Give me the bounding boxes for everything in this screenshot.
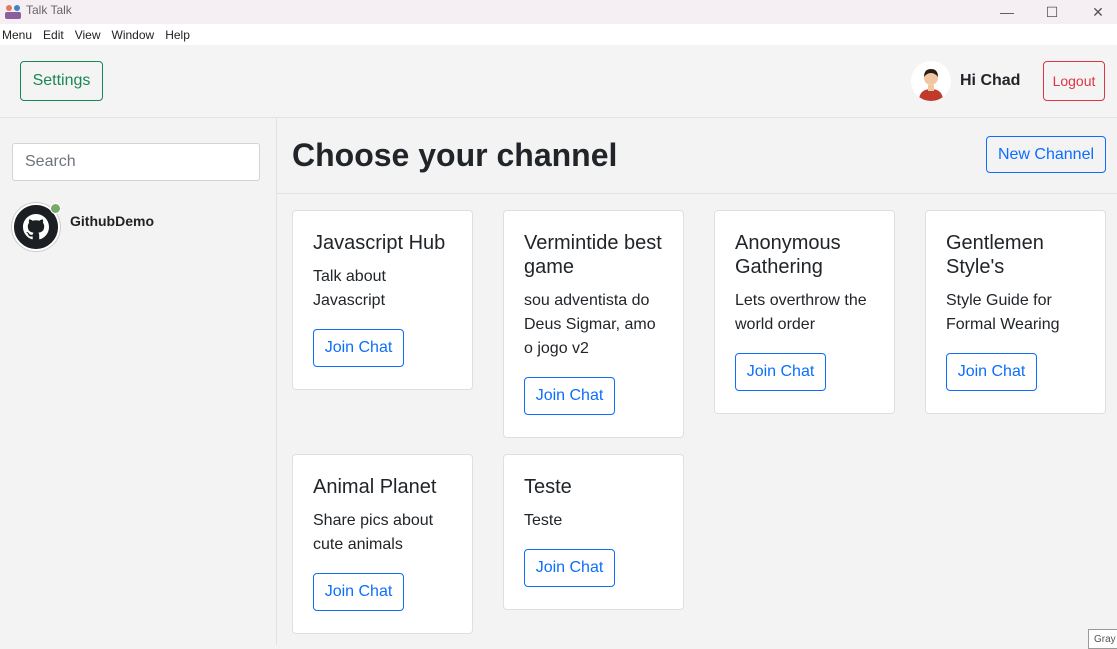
page-title: Choose your channel xyxy=(292,137,618,173)
channel-card: Gentlemen Style's Style Guide for Formal… xyxy=(925,210,1106,414)
sidebar: GithubDemo xyxy=(0,118,277,645)
menu-view[interactable]: View xyxy=(75,28,101,42)
channel-title: Anonymous Gathering xyxy=(735,232,841,278)
contact-item[interactable]: GithubDemo xyxy=(12,203,262,253)
channel-card: Javascript Hub Talk about Javascript Joi… xyxy=(292,210,473,390)
close-button[interactable]: ✕ xyxy=(1075,0,1117,24)
minimize-button[interactable]: — xyxy=(984,0,1030,24)
join-chat-button[interactable]: Join Chat xyxy=(313,573,404,611)
join-chat-button[interactable]: Join Chat xyxy=(313,329,404,367)
search-input[interactable] xyxy=(12,143,260,181)
menu-edit[interactable]: Edit xyxy=(43,28,64,42)
online-status-indicator xyxy=(50,203,61,214)
greeting-text: Hi Chad xyxy=(960,72,1021,89)
channel-description: Style Guide for Formal Wearing xyxy=(946,292,1060,333)
channel-description: Lets overthrow the world order xyxy=(735,292,867,333)
channel-description: Share pics about cute animals xyxy=(313,512,434,553)
corner-tooltip: Gray xyxy=(1088,629,1117,649)
app-header: Settings Hi Chad Logout xyxy=(0,45,1117,118)
channel-description: Talk about Javascript xyxy=(313,268,386,309)
channel-description: sou adventista do Deus Sigmar, amo o jog… xyxy=(524,292,656,357)
join-chat-button[interactable]: Join Chat xyxy=(524,377,615,415)
channel-title: Gentlemen Style's xyxy=(946,232,1044,278)
channel-card: Animal Planet Share pics about cute anim… xyxy=(292,454,473,634)
maximize-button[interactable]: ☐ xyxy=(1029,0,1075,24)
channel-title: Vermintide best game xyxy=(524,232,662,278)
join-chat-button[interactable]: Join Chat xyxy=(524,549,615,587)
menu-menu[interactable]: Menu xyxy=(2,28,32,42)
menu-help[interactable]: Help xyxy=(165,28,190,42)
user-avatar-icon xyxy=(911,61,951,101)
menu-window[interactable]: Window xyxy=(112,28,155,42)
channel-title: Teste xyxy=(524,476,572,498)
main-header: Choose your channel New Channel xyxy=(277,118,1117,194)
contact-name: GithubDemo xyxy=(70,213,154,229)
user-avatar[interactable] xyxy=(911,61,951,101)
new-channel-button[interactable]: New Channel xyxy=(986,136,1106,173)
channel-description: Teste xyxy=(524,512,563,529)
channel-card: Anonymous Gathering Lets overthrow the w… xyxy=(714,210,895,414)
channel-title: Animal Planet xyxy=(313,476,437,498)
window-title: Talk Talk xyxy=(26,3,72,17)
channel-title: Javascript Hub xyxy=(313,232,446,254)
app-logo-icon xyxy=(5,5,21,19)
settings-button[interactable]: Settings xyxy=(20,61,103,101)
join-chat-button[interactable]: Join Chat xyxy=(735,353,826,391)
menu-bar: Menu Edit View Window Help xyxy=(0,24,1117,45)
channel-card: Vermintide best game sou adventista do D… xyxy=(503,210,684,438)
join-chat-button[interactable]: Join Chat xyxy=(946,353,1037,391)
logout-button[interactable]: Logout xyxy=(1043,61,1105,101)
title-bar: Talk Talk — ☐ ✕ xyxy=(0,0,1117,24)
channel-card: Teste Teste Join Chat xyxy=(503,454,684,610)
